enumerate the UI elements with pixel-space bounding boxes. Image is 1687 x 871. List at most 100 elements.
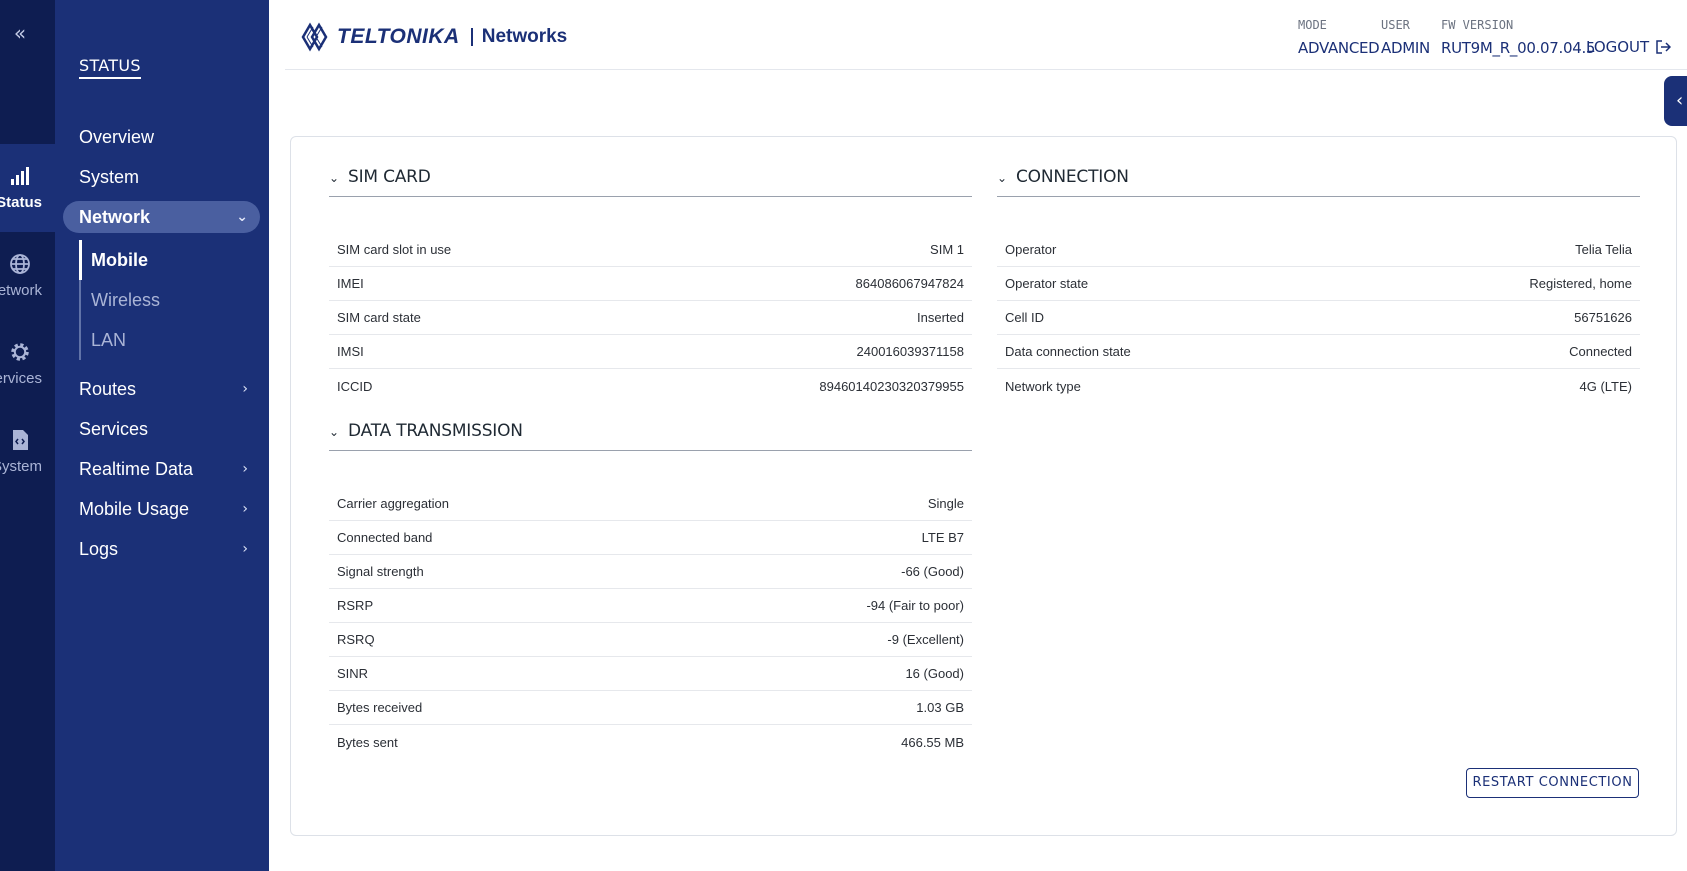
row-label: RSRQ — [337, 632, 375, 647]
row-label: Carrier aggregation — [337, 496, 450, 511]
row-label: RSRP — [337, 598, 374, 613]
fw-version-label: FW VERSION — [1441, 18, 1514, 32]
section-title: DATA TRANSMISSION — [348, 421, 523, 441]
connection-section: ⌄ CONNECTION Operator Telia Telia Operato… — [997, 137, 1640, 403]
sim-card-section-header[interactable]: ⌄ SIM CARD — [329, 137, 972, 197]
rail-item-services[interactable]: Services — [0, 320, 55, 408]
globe-icon — [10, 254, 30, 274]
row-value: Single — [927, 496, 964, 511]
nav-item-label: Realtime Data — [79, 459, 194, 479]
rail-item-system[interactable]: System — [0, 408, 55, 496]
logout-label: LOGOUT — [1586, 38, 1650, 56]
nav-item-label: Overview — [79, 127, 155, 147]
nav-item-system[interactable]: System — [63, 161, 260, 193]
rail-item-network[interactable]: Network — [0, 232, 55, 320]
row-value: 56751626 — [1574, 310, 1632, 325]
row-label: SIM card state — [337, 310, 421, 325]
row-value: Connected — [1569, 344, 1632, 359]
row-value: LTE B7 — [921, 530, 964, 545]
table-row: Connected band LTE B7 — [329, 521, 972, 555]
subnav-item-wireless[interactable]: Wireless — [81, 280, 259, 320]
network-subnav: Mobile Wireless LAN — [79, 240, 259, 360]
sim-card-table: SIM card slot in use SIM 1 IMEI 8640860679… — [329, 233, 972, 403]
nav-item-label: Network — [79, 207, 151, 227]
teltonika-logo[interactable]: TELTONIKA Networks — [301, 22, 567, 52]
nav-item-mobile-usage[interactable]: Mobile Usage › — [63, 493, 260, 525]
row-label: IMSI — [337, 344, 364, 359]
nav-item-label: Mobile Usage — [79, 499, 190, 519]
chevron-right-icon: › — [242, 461, 248, 477]
data-transmission-section-header[interactable]: ⌄ DATA TRANSMISSION — [329, 391, 972, 451]
table-row: Carrier aggregation Single — [329, 487, 972, 521]
chevron-down-icon: ⌄ — [236, 209, 248, 225]
row-value: Registered, home — [1529, 276, 1632, 291]
row-value: -9 (Excellent) — [887, 632, 964, 647]
section-title: SIM CARD — [348, 167, 431, 187]
signal-bars-icon — [11, 167, 29, 185]
chevron-down-icon: ⌄ — [329, 425, 340, 439]
row-value: 240016039371158 — [856, 344, 965, 359]
nav-item-network[interactable]: Network ⌄ — [63, 201, 260, 233]
chevron-right-icon: › — [242, 541, 248, 557]
row-label: Cell ID — [1005, 310, 1045, 325]
nav-item-label: System — [79, 167, 140, 187]
mode-info: MODE ADVANCED — [1298, 18, 1380, 57]
connection-section-header[interactable]: ⌄ CONNECTION — [997, 137, 1640, 197]
table-row: RSRP -94 (Fair to poor) — [329, 589, 972, 623]
document-code-icon — [13, 430, 28, 450]
fw-version-info: FW VERSION RUT9M_R_00.07.04.5 — [1441, 18, 1595, 57]
row-label: SINR — [337, 666, 369, 681]
logo-divider — [470, 28, 473, 46]
nav-heading: STATUS — [79, 56, 141, 79]
row-value: 466.55 MB — [901, 734, 964, 750]
sim-card-section: ⌄ SIM CARD SIM card slot in use SIM 1 IME… — [329, 137, 972, 403]
restart-connection-button[interactable]: RESTART CONNECTION — [1466, 768, 1639, 798]
row-label: Signal strength — [337, 564, 424, 579]
table-row: Bytes sent 466.55 MB — [329, 725, 972, 759]
table-row: Data connection state Connected — [997, 335, 1640, 369]
connection-table: Operator Telia Telia Operator state Regist… — [997, 233, 1640, 403]
row-label: Bytes sent — [337, 734, 398, 750]
rail-label-network: Network — [0, 282, 42, 299]
subnav-item-lan[interactable]: LAN — [81, 320, 259, 360]
chevron-right-icon: › — [242, 381, 248, 397]
subnav-item-mobile[interactable]: Mobile — [79, 240, 259, 280]
logout-icon — [1656, 40, 1672, 54]
row-label: IMEI — [337, 276, 364, 291]
top-header: TELTONIKA Networks MODE ADVANCED USER AD… — [285, 0, 1687, 70]
nav-item-services[interactable]: Services — [63, 413, 260, 445]
nav-item-logs[interactable]: Logs › — [63, 533, 260, 565]
user-value[interactable]: ADMIN — [1381, 39, 1430, 57]
logout-button[interactable]: LOGOUT — [1586, 38, 1672, 56]
row-value: -66 (Good) — [901, 564, 964, 579]
nav-item-label: Services — [79, 419, 149, 439]
row-label: Data connection state — [1005, 344, 1131, 359]
table-row: Bytes received 1.03 GB — [329, 691, 972, 725]
double-chevron-left-icon[interactable]: « — [0, 18, 40, 48]
user-label: USER — [1381, 18, 1410, 32]
nav-item-label: Routes — [79, 379, 137, 399]
logo-text: TELTONIKA — [337, 25, 460, 48]
rail-label-system: System — [0, 458, 42, 475]
logo-suffix: Networks — [481, 26, 568, 47]
mode-value[interactable]: ADVANCED — [1298, 39, 1380, 57]
fw-version-value[interactable]: RUT9M_R_00.07.04.5 — [1441, 39, 1595, 57]
nav-item-routes[interactable]: Routes › — [63, 373, 260, 405]
row-label: SIM card slot in use — [337, 242, 452, 257]
row-label: Network type — [1005, 378, 1081, 394]
row-value: Telia Telia — [1575, 242, 1632, 257]
side-panel-toggle[interactable]: ‹ — [1664, 76, 1687, 126]
nav-item-realtime-data[interactable]: Realtime Data › — [63, 453, 260, 485]
row-label: Bytes received — [337, 700, 423, 715]
data-transmission-table: Carrier aggregation Single Connected band… — [329, 487, 972, 759]
table-row: IMSI 240016039371158 — [329, 335, 972, 369]
row-value: 4G (LTE) — [1579, 378, 1633, 394]
table-row: Operator state Registered, home — [997, 267, 1640, 301]
row-value: Inserted — [917, 310, 964, 325]
nav-item-overview[interactable]: Overview — [63, 121, 260, 153]
table-row: IMEI 864086067947824 — [329, 267, 972, 301]
table-row: Network type 4G (LTE) — [997, 369, 1640, 403]
chevron-left-icon: ‹ — [1676, 90, 1684, 111]
icon-rail: « Status Network Services Sy — [0, 0, 55, 871]
rail-item-status[interactable]: Status — [0, 144, 55, 232]
